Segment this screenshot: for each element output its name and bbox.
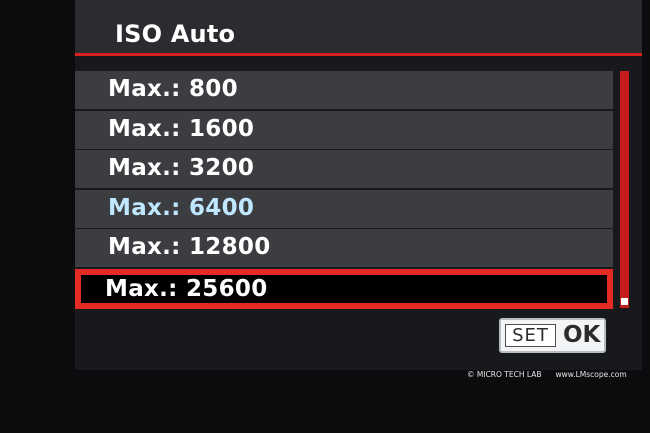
set-label: SET	[505, 324, 556, 347]
option-label: Max.: 3200	[108, 155, 255, 181]
option-max-12800[interactable]: Max.: 12800	[75, 229, 613, 267]
camera-bezel: ISO Auto Max.: 800 Max.: 1600 Max.: 3200…	[0, 0, 650, 433]
watermark-brand: MICRO TECH LAB	[476, 370, 542, 379]
scrollbar-thumb[interactable]	[621, 298, 628, 305]
watermark: © MICRO TECH LAB www.LMscope.com	[467, 370, 627, 379]
menu-header: ISO Auto	[75, 0, 642, 55]
option-max-3200[interactable]: Max.: 3200	[75, 150, 613, 188]
menu-title: ISO Auto	[115, 20, 236, 48]
iso-max-options-list: Max.: 800 Max.: 1600 Max.: 3200 Max.: 64…	[75, 71, 613, 310]
option-label: Max.: 25600	[105, 275, 268, 302]
watermark-url: www.LMscope.com	[555, 370, 627, 379]
option-max-800[interactable]: Max.: 800	[75, 71, 613, 109]
option-max-25600-selected[interactable]: Max.: 25600	[75, 268, 613, 309]
header-divider	[75, 53, 642, 56]
option-label: Max.: 12800	[108, 234, 271, 260]
option-label: Max.: 800	[108, 76, 238, 102]
ok-label: OK	[563, 322, 601, 348]
set-ok-button[interactable]: SET OK	[499, 318, 606, 353]
option-label: Max.: 6400	[108, 194, 255, 221]
option-max-6400-current-setting[interactable]: Max.: 6400	[75, 189, 613, 228]
option-label: Max.: 1600	[108, 115, 255, 142]
copyright-symbol: ©	[467, 370, 475, 379]
option-max-1600[interactable]: Max.: 1600	[75, 110, 613, 149]
scrollbar[interactable]	[620, 71, 629, 308]
camera-lcd-screen: ISO Auto Max.: 800 Max.: 1600 Max.: 3200…	[75, 0, 642, 370]
